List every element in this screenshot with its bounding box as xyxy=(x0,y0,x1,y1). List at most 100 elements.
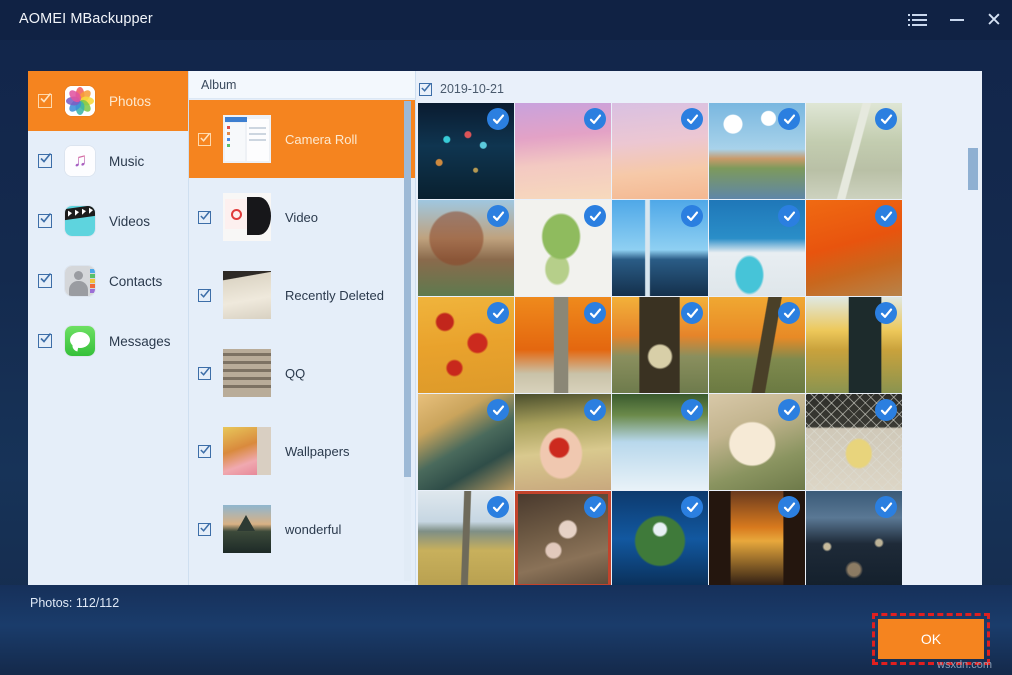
date-group-header[interactable]: 2019-10-21 xyxy=(419,82,504,96)
ok-button[interactable]: OK xyxy=(878,619,984,659)
photo-selected-check[interactable] xyxy=(681,108,703,130)
music-checkbox[interactable] xyxy=(38,154,52,168)
photo-thumbnail[interactable] xyxy=(515,200,611,296)
photo-thumbnail[interactable] xyxy=(515,394,611,490)
date-group-checkbox[interactable] xyxy=(419,83,432,96)
photo-thumbnail[interactable] xyxy=(418,103,514,199)
photo-selected-check[interactable] xyxy=(778,108,800,130)
photo-thumbnail[interactable] xyxy=(806,491,902,585)
title-bar: AOMEI MBackupper ✕ xyxy=(0,0,1012,40)
sidebar-item-contacts[interactable]: Contacts xyxy=(28,251,188,311)
photo-thumbnail[interactable] xyxy=(709,297,805,393)
album-item-camera-roll[interactable]: Camera Roll xyxy=(189,100,415,178)
photo-thumbnail[interactable] xyxy=(418,394,514,490)
photo-selected-check[interactable] xyxy=(875,302,897,324)
album-thumbnail xyxy=(223,427,271,475)
album-item-recently-deleted[interactable]: Recently Deleted xyxy=(189,256,415,334)
photo-thumbnail[interactable] xyxy=(612,103,708,199)
photo-selected-check[interactable] xyxy=(584,302,606,324)
photo-selected-check[interactable] xyxy=(778,302,800,324)
photo-selected-check[interactable] xyxy=(875,205,897,227)
messages-checkbox[interactable] xyxy=(38,334,52,348)
photo-selected-check[interactable] xyxy=(487,205,509,227)
photo-selected-check[interactable] xyxy=(584,205,606,227)
photo-thumbnail[interactable] xyxy=(806,394,902,490)
app-window: AOMEI MBackupper ✕ xyxy=(0,0,1012,675)
photo-selected-check[interactable] xyxy=(487,108,509,130)
app-title: AOMEI MBackupper xyxy=(19,11,153,27)
photo-selected-check[interactable] xyxy=(487,399,509,421)
photo-thumbnail[interactable] xyxy=(806,103,902,199)
photo-thumbnail[interactable] xyxy=(515,103,611,199)
list-menu-icon[interactable] xyxy=(905,7,933,33)
photo-selected-check[interactable] xyxy=(681,302,703,324)
album-scrollbar-thumb[interactable] xyxy=(404,101,411,477)
category-sidebar: Photos ♫ Music Vi xyxy=(28,71,189,585)
videos-icon xyxy=(65,206,95,236)
album-item-label: Camera Roll xyxy=(285,132,357,147)
sidebar-item-photos[interactable]: Photos xyxy=(28,71,188,131)
photo-thumbnail[interactable] xyxy=(418,200,514,296)
photo-selected-check[interactable] xyxy=(487,302,509,324)
videos-checkbox[interactable] xyxy=(38,214,52,228)
album-checkbox[interactable] xyxy=(198,445,211,458)
photo-thumbnail[interactable] xyxy=(612,491,708,585)
album-checkbox[interactable] xyxy=(198,211,211,224)
close-icon[interactable]: ✕ xyxy=(980,7,1008,33)
photo-selected-check[interactable] xyxy=(584,108,606,130)
photo-thumbnail[interactable] xyxy=(418,297,514,393)
photo-thumbnail[interactable] xyxy=(709,103,805,199)
photo-selected-check[interactable] xyxy=(778,205,800,227)
photos-checkbox[interactable] xyxy=(38,94,52,108)
album-list: Camera Roll Video xyxy=(189,100,415,585)
content-panel: Photos ♫ Music Vi xyxy=(28,71,982,585)
photo-selected-check[interactable] xyxy=(778,496,800,518)
photo-thumbnail[interactable] xyxy=(612,394,708,490)
sidebar-item-label: Contacts xyxy=(109,274,162,289)
album-item-video[interactable]: Video xyxy=(189,178,415,256)
photo-thumbnail[interactable] xyxy=(806,200,902,296)
footer-bar: Photos: 112/112 xyxy=(0,585,1012,675)
sidebar-item-messages[interactable]: Messages xyxy=(28,311,188,371)
minimize-icon[interactable] xyxy=(943,7,971,33)
sidebar-item-label: Messages xyxy=(109,334,171,349)
sidebar-item-music[interactable]: ♫ Music xyxy=(28,131,188,191)
sidebar-item-label: Photos xyxy=(109,94,151,109)
photo-selected-check[interactable] xyxy=(681,496,703,518)
photo-thumbnail[interactable] xyxy=(709,491,805,585)
date-group-label: 2019-10-21 xyxy=(440,82,504,96)
album-item-qq[interactable]: QQ xyxy=(189,334,415,412)
album-thumbnail xyxy=(223,271,271,319)
photo-selected-check[interactable] xyxy=(875,399,897,421)
photo-thumbnail[interactable] xyxy=(612,200,708,296)
album-checkbox[interactable] xyxy=(198,133,211,146)
photo-thumbnail[interactable] xyxy=(612,297,708,393)
photo-selected-check[interactable] xyxy=(875,108,897,130)
photo-selected-check[interactable] xyxy=(487,496,509,518)
album-item-wonderful[interactable]: wonderful xyxy=(189,490,415,568)
album-checkbox[interactable] xyxy=(198,289,211,302)
album-sidebar: Album xyxy=(189,71,416,585)
contacts-checkbox[interactable] xyxy=(38,274,52,288)
photo-selected-check[interactable] xyxy=(778,399,800,421)
photo-selected-check[interactable] xyxy=(681,205,703,227)
photo-scrollbar-thumb[interactable] xyxy=(968,148,978,190)
sidebar-item-videos[interactable]: Videos xyxy=(28,191,188,251)
photo-thumbnail[interactable] xyxy=(806,297,902,393)
photo-thumbnail[interactable] xyxy=(709,200,805,296)
photo-thumbnail[interactable] xyxy=(515,297,611,393)
album-item-label: QQ xyxy=(285,366,305,381)
photo-thumbnail[interactable] xyxy=(709,394,805,490)
photo-thumbnail[interactable] xyxy=(418,491,514,585)
album-item-label: Recently Deleted xyxy=(285,288,384,303)
photo-thumbnail[interactable] xyxy=(515,491,611,585)
photo-selected-check[interactable] xyxy=(584,496,606,518)
photo-selected-check[interactable] xyxy=(875,496,897,518)
album-checkbox[interactable] xyxy=(198,523,211,536)
photo-selected-check[interactable] xyxy=(681,399,703,421)
album-thumbnail xyxy=(223,193,271,241)
album-item-wallpapers[interactable]: Wallpapers xyxy=(189,412,415,490)
album-checkbox[interactable] xyxy=(198,367,211,380)
photo-selected-check[interactable] xyxy=(584,399,606,421)
album-item-label: Video xyxy=(285,210,318,225)
